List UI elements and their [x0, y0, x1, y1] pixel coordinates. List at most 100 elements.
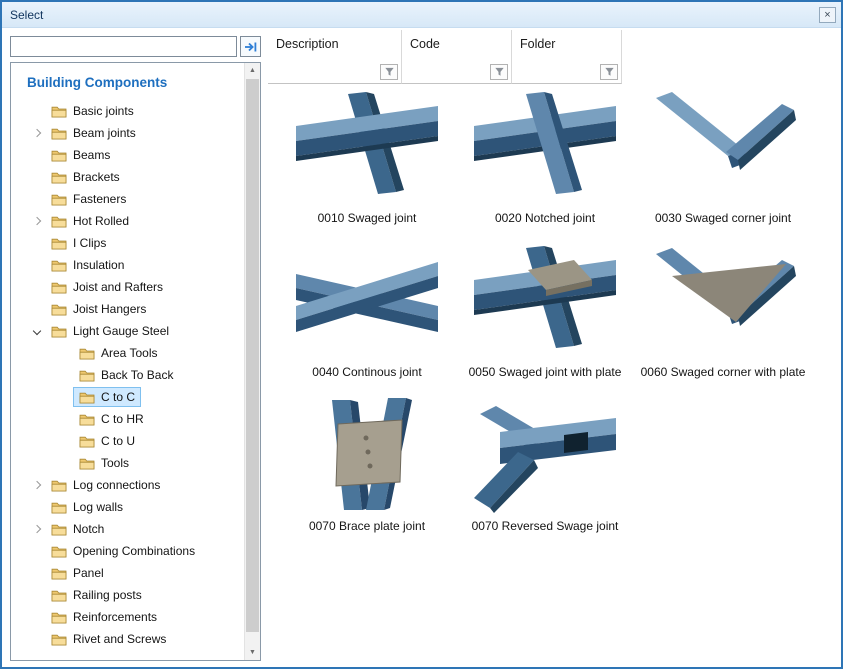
component-item[interactable]: 0010 Swaged joint	[278, 90, 456, 225]
tree-arrow-slot	[29, 592, 45, 598]
expand-chevron-icon[interactable]	[33, 217, 41, 225]
folder-icon	[51, 567, 67, 580]
component-item[interactable]: 0070 Reversed Swage joint	[456, 398, 634, 533]
tree-item-body[interactable]: C to C	[73, 387, 141, 407]
tree-item[interactable]: Panel	[21, 562, 244, 584]
folder-icon	[51, 149, 67, 162]
folder-icon	[51, 127, 67, 140]
tree-root-label: Building Components	[27, 75, 244, 90]
tree-item-body[interactable]: C to U	[73, 431, 141, 451]
tree-item[interactable]: C to U	[21, 430, 244, 452]
search-input[interactable]	[10, 36, 237, 57]
tree-item-body[interactable]: Notch	[45, 519, 110, 539]
tree-item[interactable]: I Clips	[21, 232, 244, 254]
tree-item-body[interactable]: C to HR	[73, 409, 150, 429]
dialog-title: Select	[10, 8, 43, 22]
tree-item[interactable]: Joist Hangers	[21, 298, 244, 320]
tree-item-body[interactable]: Tools	[73, 453, 135, 473]
funnel-icon	[384, 67, 395, 77]
tree-item-body[interactable]: Log connections	[45, 475, 166, 495]
column-headers: Description Code Folder	[268, 30, 835, 84]
tree-item[interactable]: Light Gauge Steel	[21, 320, 244, 342]
tree-item-label: C to HR	[101, 412, 144, 426]
folder-icon	[51, 479, 67, 492]
tree-item[interactable]: Log connections	[21, 474, 244, 496]
tree-item[interactable]: Back To Back	[21, 364, 244, 386]
tree-item[interactable]: Beams	[21, 144, 244, 166]
search-go-button[interactable]	[240, 36, 261, 57]
tree-item-body[interactable]: Basic joints	[45, 101, 140, 121]
component-item[interactable]: 0060 Swaged corner with plate	[634, 244, 812, 379]
component-item[interactable]: 0070 Brace plate joint	[278, 398, 456, 533]
tree-item[interactable]: Hot Rolled	[21, 210, 244, 232]
filter-button-code[interactable]	[490, 64, 508, 80]
tree-item[interactable]: C to C	[21, 386, 244, 408]
tree-arrow-slot	[29, 240, 45, 246]
component-item[interactable]: 0040 Continous joint	[278, 244, 456, 379]
tree-item-body[interactable]: Joist Hangers	[45, 299, 152, 319]
tree-item[interactable]: Fasteners	[21, 188, 244, 210]
scroll-down-icon[interactable]: ▼	[245, 645, 260, 660]
scrollbar-thumb[interactable]	[246, 79, 259, 632]
expand-chevron-icon[interactable]	[33, 481, 41, 489]
tree-item-body[interactable]: Back To Back	[73, 365, 179, 385]
column-header-description[interactable]: Description	[268, 30, 402, 84]
tree-item-label: Joist Hangers	[73, 302, 146, 316]
tree-arrow-slot	[57, 438, 73, 444]
title-bar[interactable]: Select	[2, 2, 841, 28]
tree-item[interactable]: Joist and Rafters	[21, 276, 244, 298]
tree-item-body[interactable]: Opening Combinations	[45, 541, 201, 561]
tree-item-body[interactable]: I Clips	[45, 233, 112, 253]
tree-item[interactable]: Insulation	[21, 254, 244, 276]
tree-item[interactable]: C to HR	[21, 408, 244, 430]
tree-item[interactable]: Reinforcements	[21, 606, 244, 628]
thumbnail-cross-plate-icon	[470, 244, 620, 359]
tree-item[interactable]: Area Tools	[21, 342, 244, 364]
tree-arrow-slot	[29, 614, 45, 620]
filter-button-description[interactable]	[380, 64, 398, 80]
tree-item-body[interactable]: Hot Rolled	[45, 211, 135, 231]
tree-item[interactable]: Notch	[21, 518, 244, 540]
tree-item[interactable]: Opening Combinations	[21, 540, 244, 562]
tree-item-body[interactable]: Beams	[45, 145, 116, 165]
folder-icon	[79, 413, 95, 426]
tree-item-body[interactable]: Insulation	[45, 255, 130, 275]
tree-item[interactable]: Tools	[21, 452, 244, 474]
expand-chevron-icon[interactable]	[33, 327, 41, 335]
close-button[interactable]: ×	[819, 7, 836, 23]
component-item[interactable]: 0030 Swaged corner joint	[634, 90, 812, 225]
tree-item-body[interactable]: Beam joints	[45, 123, 142, 143]
tree-item[interactable]: Log walls	[21, 496, 244, 518]
component-item[interactable]: 0050 Swaged joint with plate	[456, 244, 634, 379]
tree-item-body[interactable]: Area Tools	[73, 343, 163, 363]
funnel-icon	[604, 67, 615, 77]
column-header-code[interactable]: Code	[402, 30, 512, 84]
thumbnail-corner-icon	[648, 90, 798, 205]
tree-item[interactable]: Brackets	[21, 166, 244, 188]
column-label-description: Description	[268, 30, 401, 51]
tree-item-body[interactable]: Light Gauge Steel	[45, 321, 175, 341]
filter-button-folder[interactable]	[600, 64, 618, 80]
tree-item-body[interactable]: Joist and Rafters	[45, 277, 169, 297]
tree-item-body[interactable]: Reinforcements	[45, 607, 163, 627]
tree-item-body[interactable]: Brackets	[45, 167, 126, 187]
expand-chevron-icon[interactable]	[33, 129, 41, 137]
tree-item-body[interactable]: Railing posts	[45, 585, 148, 605]
column-header-folder[interactable]: Folder	[512, 30, 622, 84]
tree-item-body[interactable]: Fasteners	[45, 189, 132, 209]
tree-item[interactable]: Beam joints	[21, 122, 244, 144]
tree-item-label: Basic joints	[73, 104, 134, 118]
scroll-up-icon[interactable]: ▲	[245, 63, 260, 78]
tree-item-body[interactable]: Log walls	[45, 497, 129, 517]
tree: Building Components Basic joints Beam jo…	[11, 63, 244, 660]
tree-item[interactable]: Rivet and Screws	[21, 628, 244, 650]
tree-item-body[interactable]: Panel	[45, 563, 110, 583]
folder-icon	[79, 391, 95, 404]
tree-item-label: Hot Rolled	[73, 214, 129, 228]
component-item[interactable]: 0020 Notched joint	[456, 90, 634, 225]
tree-item-body[interactable]: Rivet and Screws	[45, 629, 172, 649]
expand-chevron-icon[interactable]	[33, 525, 41, 533]
tree-scrollbar[interactable]: ▲ ▼	[244, 63, 260, 660]
tree-item[interactable]: Basic joints	[21, 100, 244, 122]
tree-item[interactable]: Railing posts	[21, 584, 244, 606]
